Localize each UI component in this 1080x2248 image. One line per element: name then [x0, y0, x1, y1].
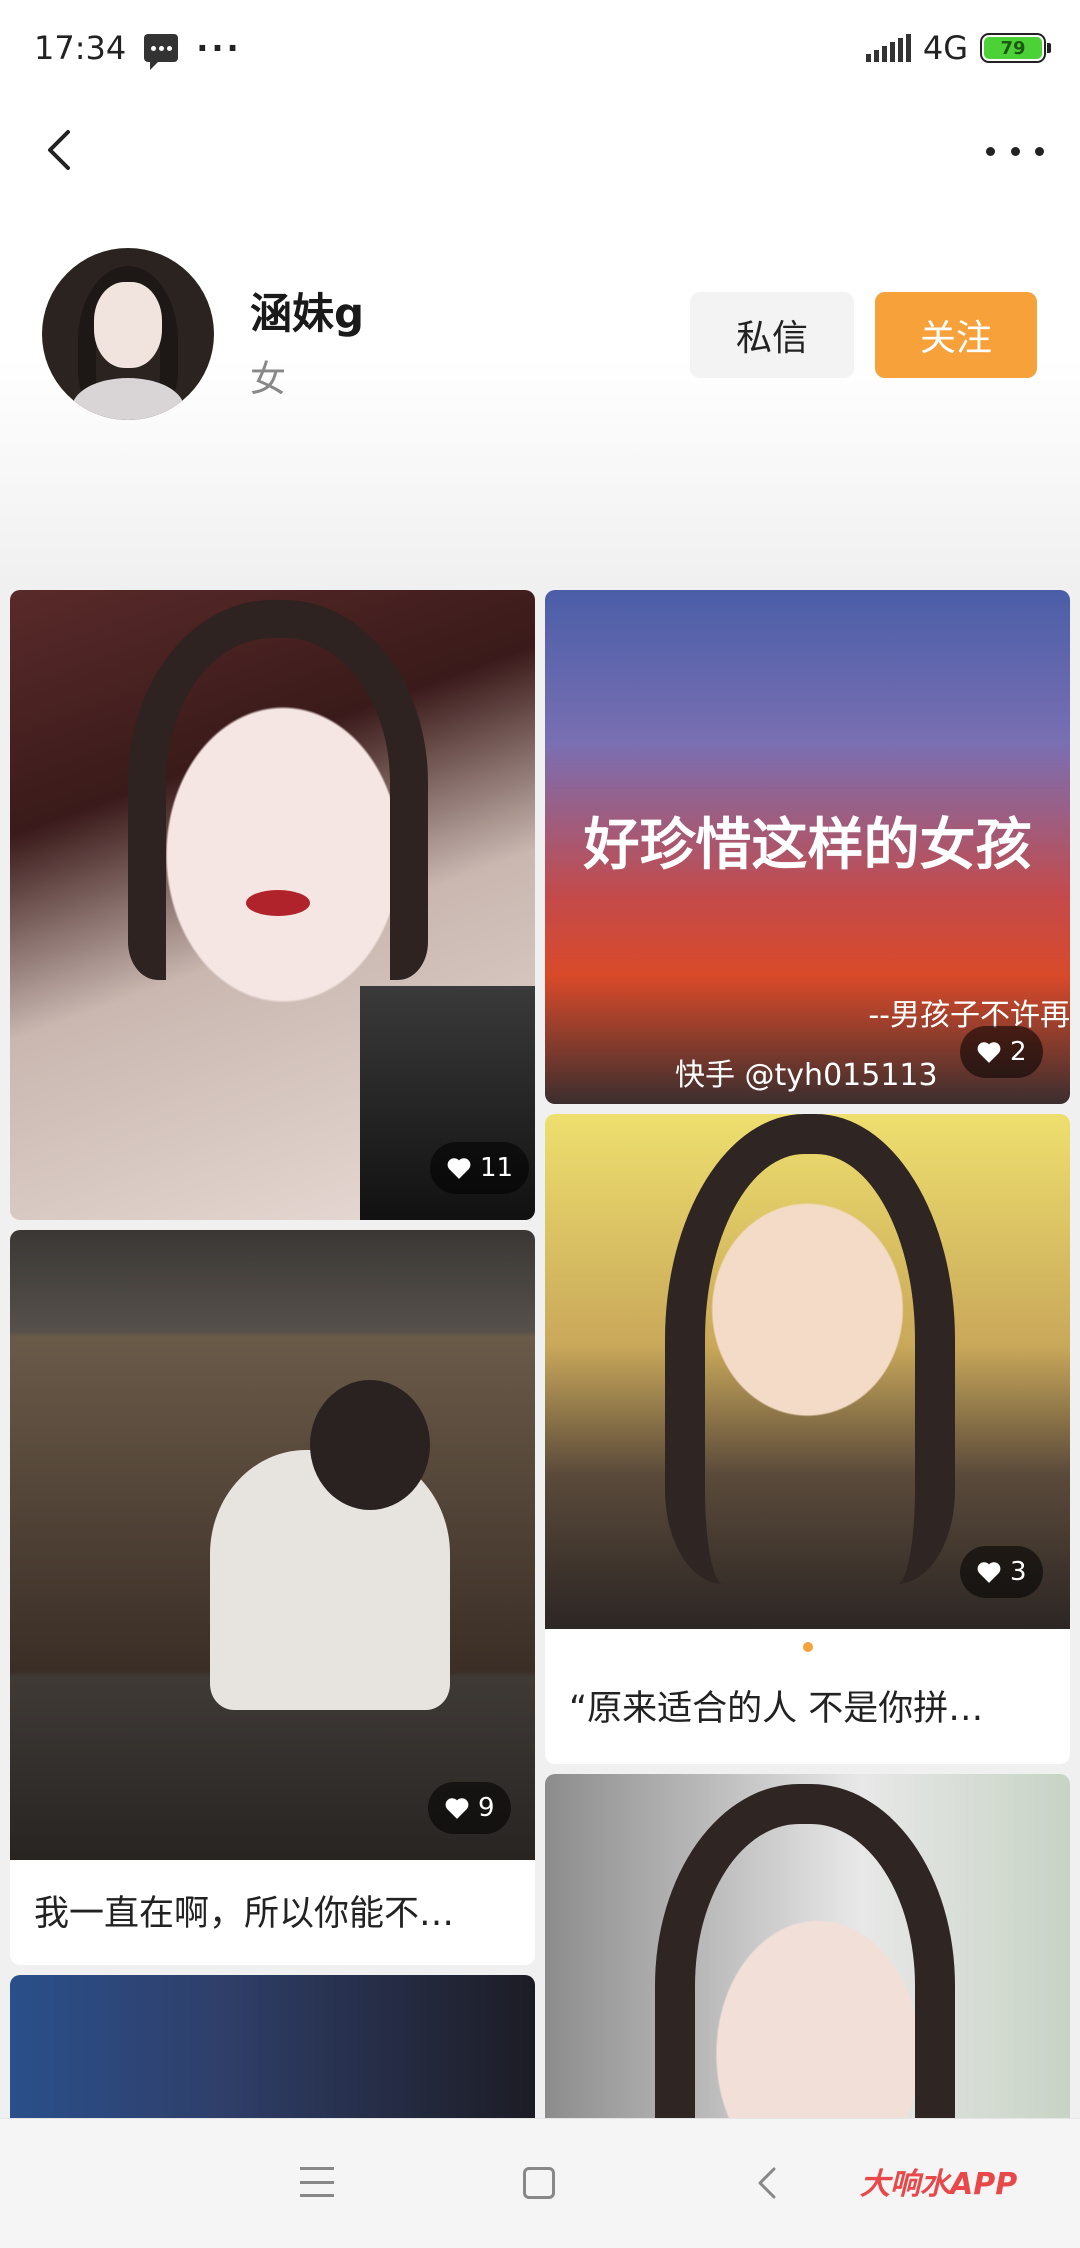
post-card[interactable] [545, 1774, 1070, 2118]
post-thumbnail [10, 590, 535, 1220]
like-count: 11 [480, 1153, 514, 1183]
like-count-badge: 3 [960, 1546, 1043, 1598]
signal-icon [865, 34, 911, 62]
heart-icon [977, 1042, 1001, 1063]
heart-icon [447, 1158, 471, 1179]
status-more-text: ··· [196, 29, 242, 67]
more-dot-icon [1035, 146, 1044, 156]
post-caption: 我一直在啊，所以你能不… [34, 1894, 455, 1934]
like-count: 2 [1010, 1037, 1027, 1067]
nav-bar [0, 96, 1080, 206]
post-thumbnail [10, 1975, 535, 2118]
like-count: 9 [478, 1793, 495, 1823]
post-card[interactable] [10, 1975, 535, 2118]
menu-key-button[interactable] [300, 2167, 334, 2197]
back-button[interactable] [30, 118, 94, 182]
home-key-button[interactable] [523, 2167, 555, 2199]
status-bar: 17:34 ··· 4G 79 [0, 0, 1080, 96]
like-count-badge: 9 [428, 1782, 511, 1834]
post-card[interactable]: 9 我一直在啊，所以你能不… [10, 1230, 535, 1965]
status-right: 4G 79 [865, 29, 1051, 67]
battery-level: 79 [984, 37, 1042, 59]
thumbnail-overlay-text: 好珍惜这样的女孩 [583, 813, 1032, 878]
post-card[interactable]: 好珍惜这样的女孩 --男孩子不许再 快手 @tyh015113 2 [545, 590, 1070, 1104]
post-card[interactable]: 3 “原来适合的人 不是你拼… [545, 1114, 1070, 1764]
more-dot-icon [986, 146, 995, 156]
thumbnail-watermark: 快手 @tyh015113 [675, 1058, 938, 1093]
profile-name: 涵妹g [250, 289, 365, 338]
chevron-left-icon [48, 130, 70, 170]
heart-icon [445, 1798, 469, 1819]
system-navigation-bar: 大响水APP [0, 2118, 1080, 2248]
more-options-button[interactable] [980, 126, 1050, 176]
follow-button[interactable]: 关注 [875, 292, 1037, 378]
post-caption: “原来适合的人 不是你拼… [569, 1689, 984, 1729]
status-time: 17:34 [34, 29, 127, 67]
like-count-badge: 2 [960, 1026, 1043, 1078]
like-count: 3 [1010, 1557, 1027, 1587]
heart-icon [977, 1562, 1001, 1583]
battery-icon: 79 [980, 33, 1051, 63]
post-grid: 11 好珍惜这样的女孩 --男孩子不许再 快手 @tyh015113 2 9 我… [0, 586, 1080, 2118]
like-count-badge: 11 [430, 1142, 530, 1194]
network-type: 4G [922, 29, 968, 67]
status-left: 17:34 ··· [34, 29, 242, 70]
post-card[interactable]: 11 [10, 590, 535, 1220]
back-key-button[interactable] [752, 2163, 782, 2203]
more-dot-icon [1010, 146, 1020, 156]
thumbnail-sub-text: --男孩子不许再 [868, 998, 1070, 1033]
message-notification-icon [144, 34, 179, 70]
post-thumbnail [10, 1230, 535, 1860]
private-message-button[interactable]: 私信 [690, 292, 854, 378]
carousel-indicator-dot [803, 1642, 813, 1652]
profile-header: 涵妹g 女 私信 关注 [0, 206, 1080, 586]
post-thumbnail [545, 1774, 1070, 2118]
profile-gender: 女 [250, 359, 287, 400]
avatar[interactable] [42, 248, 214, 420]
watermark-logo: 大响水APP [860, 2167, 1018, 2202]
